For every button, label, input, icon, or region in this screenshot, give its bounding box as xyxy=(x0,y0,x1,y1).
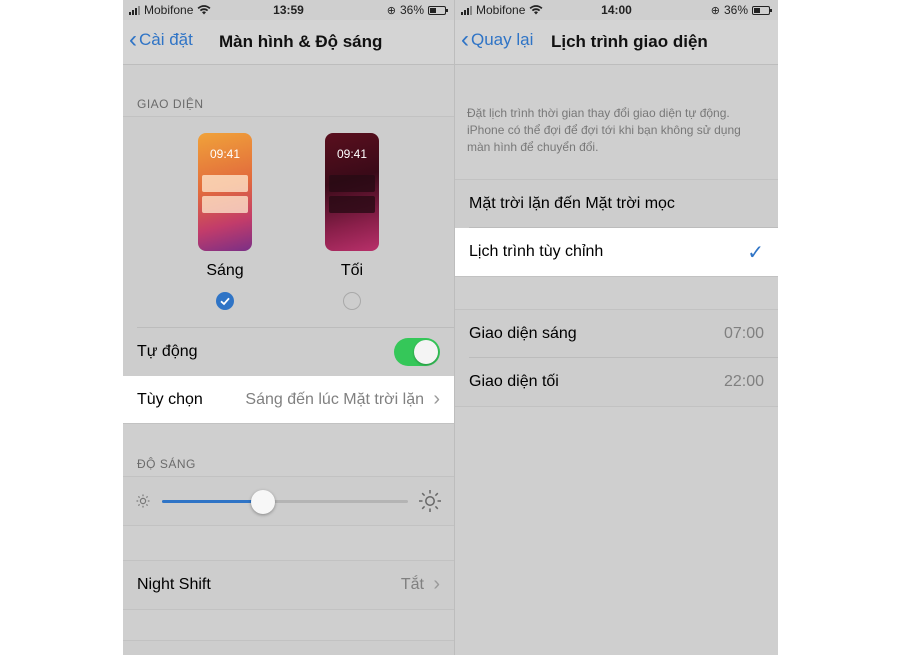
checkmark-icon: ✓ xyxy=(747,242,764,264)
chevron-right-icon: › xyxy=(433,388,440,410)
automatic-label: Tự động xyxy=(137,343,198,360)
sunset-to-sunrise-label: Mặt trời lặn đến Mặt trời mọc xyxy=(469,195,675,212)
automatic-row: Tự động xyxy=(123,328,454,376)
page-title: Lịch trình giao diện xyxy=(551,32,708,51)
next-group xyxy=(123,640,454,655)
dark-appearance-row[interactable]: Giao diện tối 22:00 xyxy=(455,358,778,406)
options-row[interactable]: Tùy chọn Sáng đến lúc Mặt trời lặn › xyxy=(123,376,454,423)
sunset-to-sunrise-row[interactable]: Mặt trời lặn đến Mặt trời mọc xyxy=(455,180,778,228)
display-brightness-screen: Mobifone 13:59 ⊕ 36% ‹ Cài đặt Màn hình … xyxy=(123,0,454,655)
page-title: Màn hình & Độ sáng xyxy=(219,32,383,51)
dark-mode-label: Tối xyxy=(340,262,364,279)
custom-schedule-row[interactable]: Lịch trình tùy chỉnh ✓ xyxy=(455,228,778,276)
chevron-right-icon: › xyxy=(433,573,440,595)
schedule-description: Đặt lịch trình thời gian thay đổi giao d… xyxy=(467,106,741,154)
light-mode-label: Sáng xyxy=(206,262,244,279)
battery-percent: 36% xyxy=(399,3,424,17)
checkmark-icon xyxy=(220,297,230,306)
back-button[interactable]: ‹ Cài đặt xyxy=(129,26,193,53)
navigation-bar: ‹ Cài đặt Màn hình & Độ sáng xyxy=(123,20,454,65)
sun-large-icon xyxy=(419,490,441,512)
automatic-toggle[interactable] xyxy=(394,338,440,366)
brightness-fill xyxy=(162,500,263,503)
navigation-bar: ‹ Quay lại Lịch trình giao diện xyxy=(455,20,778,65)
night-shift-group: Night Shift Tắt › xyxy=(123,560,454,610)
light-mode-radio[interactable] xyxy=(216,292,234,310)
dark-mode-radio[interactable] xyxy=(343,292,361,310)
dark-mode-preview[interactable]: 09:41 xyxy=(325,133,379,251)
appearance-group: 09:41 Sáng 09:41 Tối Tự động Tùy chọn Sá… xyxy=(123,116,454,424)
light-appearance-time: 07:00 xyxy=(723,325,764,342)
night-shift-label: Night Shift xyxy=(137,576,211,593)
options-label: Tùy chọn xyxy=(137,391,203,408)
brightness-group xyxy=(123,476,454,526)
rotation-lock-icon: ⊕ xyxy=(710,4,720,17)
status-bar: Mobifone 14:00 ⊕ 36% xyxy=(455,0,778,20)
light-mode-preview[interactable]: 09:41 xyxy=(198,133,252,251)
sun-small-icon xyxy=(136,494,150,508)
brightness-section-label: ĐỘ SÁNG xyxy=(137,457,196,471)
battery-icon xyxy=(752,5,772,15)
chevron-left-icon: ‹ xyxy=(461,26,469,53)
light-appearance-row[interactable]: Giao diện sáng 07:00 xyxy=(455,310,778,358)
rotation-lock-icon: ⊕ xyxy=(386,4,396,17)
dark-appearance-label: Giao diện tối xyxy=(469,373,559,390)
schedule-times-group: Giao diện sáng 07:00 Giao diện tối 22:00 xyxy=(455,309,778,407)
night-shift-value: Tắt xyxy=(400,576,424,593)
schedule-options-group: Mặt trời lặn đến Mặt trời mọc Lịch trình… xyxy=(455,179,778,277)
chevron-left-icon: ‹ xyxy=(129,26,137,53)
battery-icon xyxy=(428,5,448,15)
appearance-schedule-screen: Mobifone 14:00 ⊕ 36% ‹ Quay lại Lịch trì… xyxy=(454,0,778,655)
battery-percent: 36% xyxy=(723,3,748,17)
back-button[interactable]: ‹ Quay lại xyxy=(461,26,533,53)
brightness-slider-thumb[interactable] xyxy=(250,490,275,514)
options-value: Sáng đến lúc Mặt trời lặn xyxy=(245,391,424,408)
status-bar: Mobifone 13:59 ⊕ 36% xyxy=(123,0,454,20)
custom-schedule-label: Lịch trình tùy chỉnh xyxy=(469,243,604,260)
light-appearance-label: Giao diện sáng xyxy=(469,325,577,342)
appearance-section-label: GIAO DIỆN xyxy=(137,97,204,111)
night-shift-row[interactable]: Night Shift Tắt › xyxy=(123,561,454,609)
dark-appearance-time: 22:00 xyxy=(723,373,764,390)
